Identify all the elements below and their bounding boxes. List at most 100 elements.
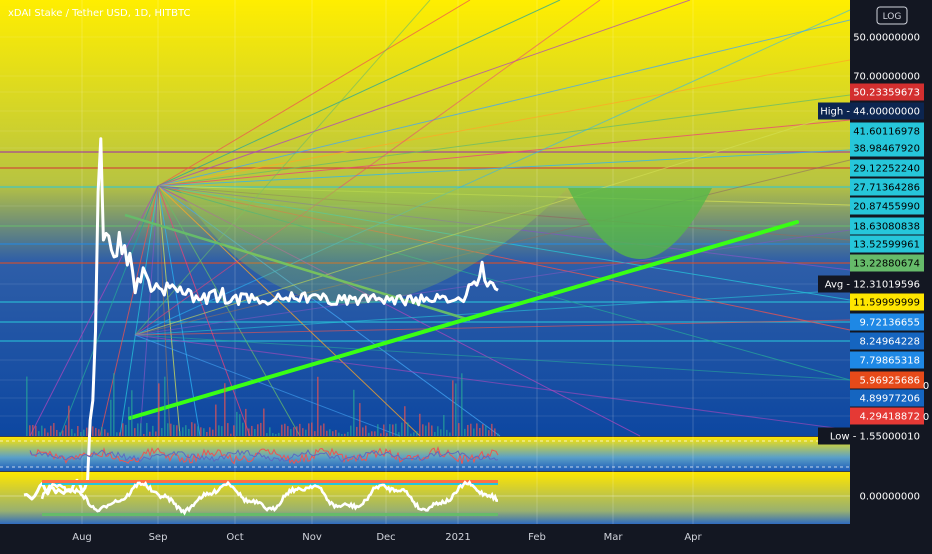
volume-bar	[254, 429, 256, 436]
volume-bar	[470, 423, 472, 436]
volume-bar	[143, 433, 145, 436]
price-label-text: 7.79865318	[860, 356, 920, 367]
volume-bar	[167, 423, 169, 436]
price-label-text: 4.89977206	[860, 394, 920, 405]
volume-bar	[251, 425, 253, 436]
volume-bar	[146, 422, 148, 436]
volume-bar	[440, 429, 442, 436]
volume-bar	[98, 429, 100, 436]
volume-bar	[392, 424, 394, 436]
volume-bar	[212, 429, 214, 436]
price-label-text: 4.29418872	[860, 412, 920, 423]
osc-band-bottom	[42, 513, 498, 516]
price-label: 7.79865318	[850, 351, 924, 369]
volume-bar	[428, 422, 430, 436]
time-tick-label: Feb	[528, 532, 546, 543]
price-label-text: 41.60116978	[853, 127, 920, 138]
volume-bar	[377, 424, 379, 436]
volume-bar	[422, 424, 424, 436]
volume-bar	[161, 428, 163, 436]
price-label-text: Low - 1.55000010	[830, 432, 920, 443]
volume-bar	[179, 431, 181, 436]
volume-bar	[446, 429, 448, 436]
volume-bar	[317, 376, 319, 436]
time-axis: Aug Sep Oct Nov Dec 2021 Feb Mar Apr	[72, 532, 702, 543]
log-button-label[interactable]: LOG	[883, 12, 902, 22]
volume-bar	[278, 432, 280, 436]
volume-bar	[125, 424, 127, 436]
price-label-text: 5.96925686	[860, 376, 920, 387]
time-tick-label: 2021	[445, 532, 470, 543]
volume-bar	[269, 427, 271, 436]
price-label: 4.29418872	[850, 407, 924, 425]
volume-bar	[158, 383, 160, 436]
volume-bar	[119, 432, 121, 436]
volume-bar	[458, 423, 460, 436]
osc-band-top	[42, 480, 498, 483]
volume-bar	[38, 431, 40, 436]
time-tick-label: Nov	[302, 532, 322, 543]
volume-bar	[302, 428, 304, 436]
volume-bar	[203, 428, 205, 436]
volume-bar	[35, 425, 37, 436]
volume-bar	[407, 422, 409, 436]
volume-bar	[275, 433, 277, 436]
volume-bar	[383, 424, 385, 436]
price-label: 70.00000000	[853, 72, 920, 83]
price-label: 50.00000000	[853, 33, 920, 44]
volume-bar	[248, 428, 250, 436]
price-label: 13.22880674	[850, 254, 924, 272]
volume-bar	[224, 383, 226, 436]
volume-bar	[293, 427, 295, 436]
volume-bar	[431, 425, 433, 436]
volume-bar	[71, 428, 73, 436]
price-label-text: 27.71364286	[853, 183, 920, 194]
volume-bar	[197, 426, 199, 436]
volume-bar	[395, 423, 397, 436]
volume-bar	[77, 426, 79, 436]
price-label: 38.98467920	[850, 139, 924, 157]
volume-bar	[401, 422, 403, 436]
volume-bar	[239, 414, 241, 436]
volume-bar	[236, 411, 238, 436]
price-label-text: 13.52599961	[853, 240, 920, 251]
volume-bar	[47, 432, 49, 436]
price-label-text: 18.63080838	[853, 222, 920, 233]
price-label-text: 29.12252240	[853, 164, 920, 175]
time-tick-label: Dec	[376, 532, 395, 543]
volume-bar	[95, 427, 97, 436]
volume-bar	[488, 430, 490, 436]
volume-bar	[191, 422, 193, 436]
volume-bar	[320, 425, 322, 436]
volume-bar	[200, 427, 202, 436]
volume-bar	[26, 376, 28, 436]
volume-bar	[467, 424, 469, 436]
volume-bar	[335, 429, 337, 436]
price-label: Low - 1.55000010	[818, 427, 924, 445]
price-label: 41.60116978	[850, 122, 924, 140]
volume-bar	[272, 433, 274, 436]
price-label: 20.87455990	[850, 197, 924, 215]
volume-bar	[173, 424, 175, 436]
volume-bar	[326, 430, 328, 436]
volume-bar	[209, 427, 211, 436]
volume-bar	[350, 425, 352, 436]
volume-bar	[494, 428, 496, 436]
volume-bar	[134, 428, 136, 436]
volume-bar	[53, 423, 55, 436]
chart-area: xDAI Stake / Tether USD, 1D, HITBTC LOG …	[0, 0, 932, 550]
volume-bar	[113, 373, 115, 436]
price-label: High - 44.00000000	[818, 102, 924, 120]
volume-bar	[347, 431, 349, 436]
volume-bar	[368, 432, 370, 436]
chart-svg: xDAI Stake / Tether USD, 1D, HITBTC LOG …	[0, 0, 932, 550]
price-label: 9.72136655	[850, 313, 924, 331]
volume-bar	[44, 428, 46, 436]
volume-bar	[176, 425, 178, 436]
volume-bar	[185, 425, 187, 436]
volume-bar	[284, 423, 286, 436]
volume-bar	[449, 432, 451, 436]
volume-bar	[233, 425, 235, 436]
volume-bar	[32, 424, 34, 436]
price-label: 13.52599961	[850, 235, 924, 253]
